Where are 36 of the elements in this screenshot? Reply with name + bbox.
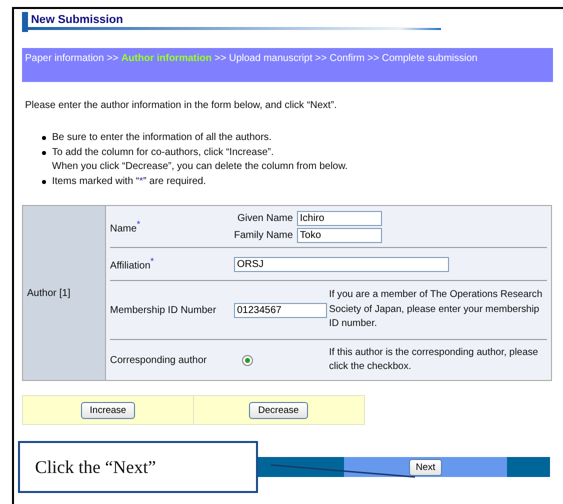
author-label: Author [1] (27, 288, 70, 298)
step-label: Confirm (330, 53, 365, 64)
bullet-icon (42, 136, 46, 140)
bullet-icon (42, 150, 46, 154)
field-label: Name$^{*}$ (110, 218, 142, 234)
affiliation-field[interactable]: ORSJ (234, 256, 449, 272)
step-separator: >> (106, 53, 118, 64)
field-label: Corresponding author (110, 354, 208, 366)
field-label: Given Name (236, 212, 293, 224)
help-text: If this author is the corresponding author, please click the checkbox. (329, 346, 540, 374)
form-button[interactable]: Increase (80, 402, 136, 418)
next-button[interactable]: Next (408, 458, 442, 476)
field-label: Membership ID Number (110, 304, 218, 316)
step-label: Complete submission (382, 53, 478, 64)
field-label: Affiliation$^{*}$ (110, 256, 155, 272)
radio-button[interactable] (242, 354, 253, 366)
step-label: Paper information (25, 53, 104, 64)
step-label: Upload manuscript (228, 53, 312, 64)
form-button[interactable]: Decrease (249, 402, 308, 418)
instruction-text: Please enter the author information in the form below, and click “Next”. (25, 100, 338, 111)
help-text: If you are a member of The Operations Research Society of Japan, please enter your membership ID number. (329, 288, 544, 332)
step-separator: >> (367, 53, 380, 64)
bullet-text: Be sure to enter the information of all the authors. (52, 131, 272, 145)
step-separator: >> (315, 53, 327, 64)
family-name-field[interactable]: Toko (296, 228, 382, 242)
bullet-text: Items marked with “*” are required. (52, 174, 206, 188)
field-label: Family Name (234, 230, 293, 240)
step-label: Author information (121, 53, 212, 64)
bullet-text: To add the column for co-authors, click “Increase”. (52, 146, 274, 160)
step-separator: >> (214, 53, 226, 64)
membership-id-field[interactable]: 01234567 (234, 302, 327, 318)
page-title: New Submission (31, 13, 124, 26)
callout-text: Click the “Next” (35, 456, 156, 478)
bullet-text: When you click “Decrease”, you can delete the column from below. (52, 160, 348, 174)
bullet-icon (42, 180, 46, 184)
given-name-field[interactable]: Ichiro (296, 210, 382, 226)
